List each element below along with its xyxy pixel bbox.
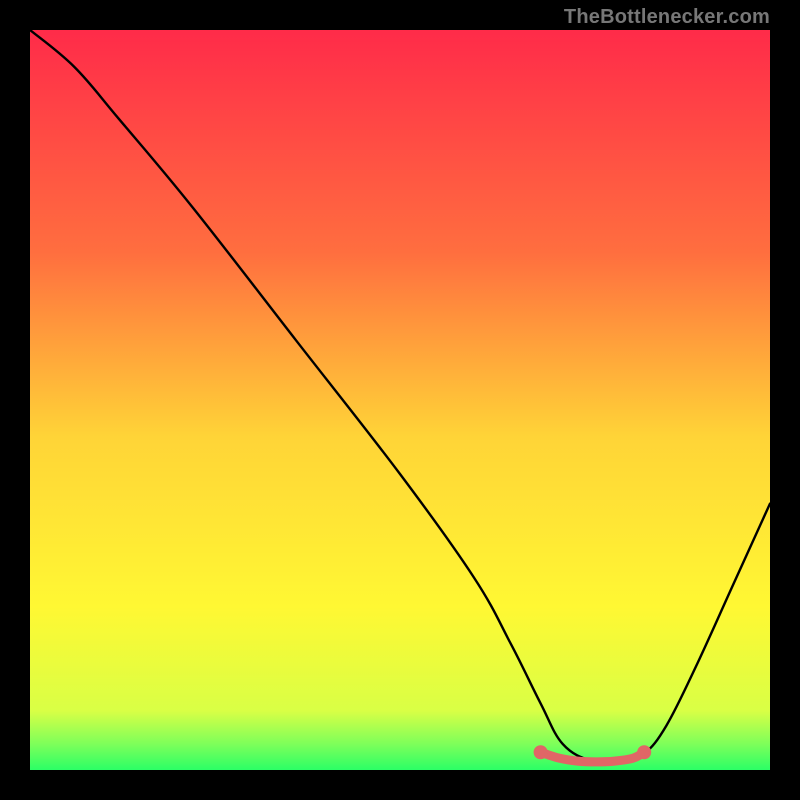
gradient-background (30, 30, 770, 770)
watermark-text: TheBottlenecker.com (564, 6, 770, 29)
chart-frame (30, 30, 770, 770)
bottleneck-chart (30, 30, 770, 770)
